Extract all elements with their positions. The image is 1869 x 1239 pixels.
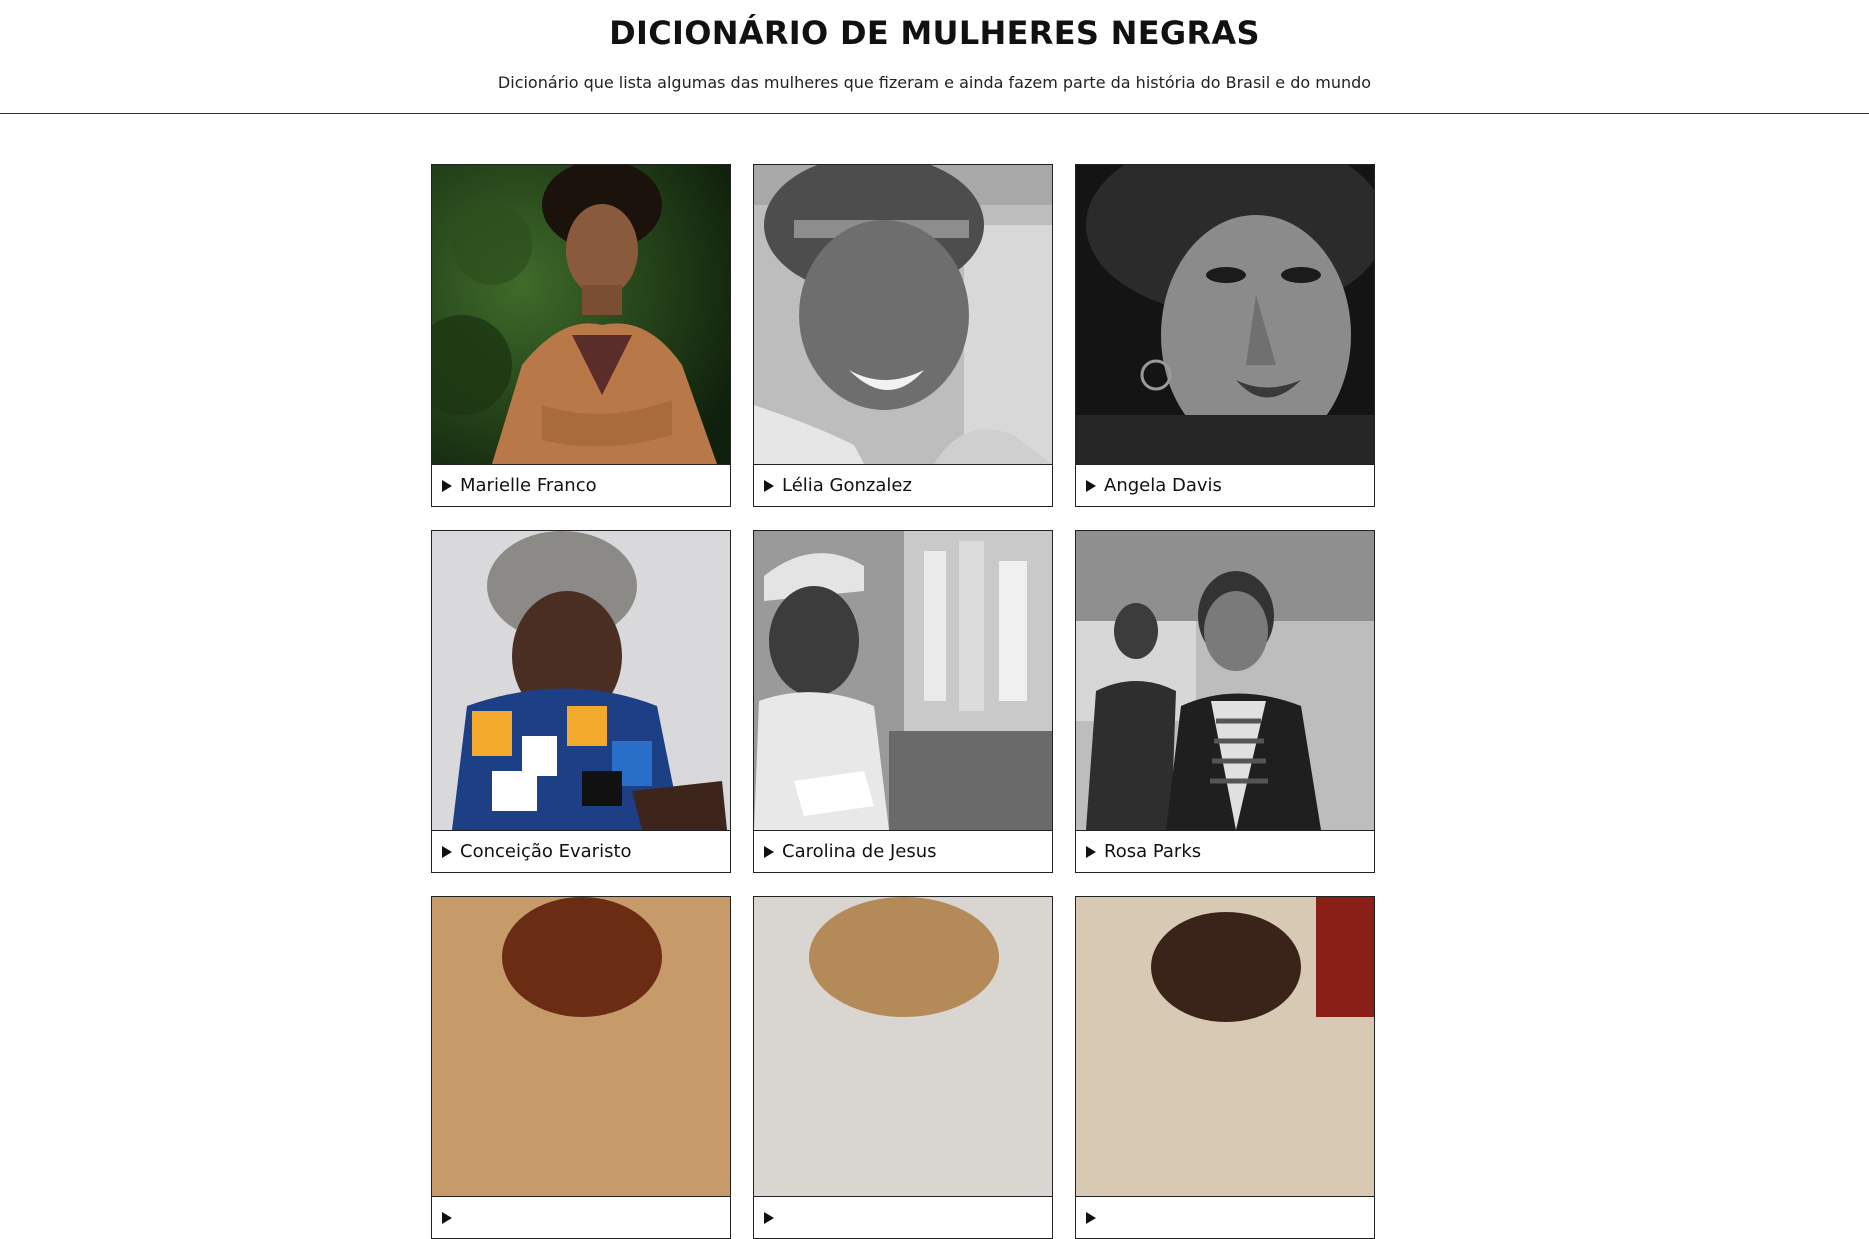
portrait-photo [1076, 897, 1374, 1196]
card-rosa-parks: Rosa Parks [1075, 530, 1375, 873]
card-summary-toggle[interactable]: Conceição Evaristo [432, 830, 730, 872]
portrait-photo [432, 897, 730, 1196]
triangle-right-icon [1086, 479, 1096, 492]
card-summary-toggle[interactable]: Lélia Gonzalez [754, 464, 1052, 506]
card-name: Conceição Evaristo [460, 841, 632, 862]
card-summary-toggle[interactable] [1076, 1196, 1374, 1238]
triangle-right-icon [442, 845, 452, 858]
card-conceicao-evaristo: Conceição Evaristo [431, 530, 731, 873]
card-name: Rosa Parks [1104, 841, 1202, 862]
card-partial-3 [1075, 896, 1375, 1239]
card-summary-toggle[interactable]: Angela Davis [1076, 464, 1374, 506]
triangle-right-icon [1086, 1211, 1096, 1224]
triangle-right-icon [442, 479, 452, 492]
portrait-photo [1076, 531, 1374, 830]
portrait-photo [432, 531, 730, 830]
card-summary-toggle[interactable]: Marielle Franco [432, 464, 730, 506]
triangle-right-icon [1086, 845, 1096, 858]
portrait-photo [754, 165, 1052, 464]
page-subtitle: Dicionário que lista algumas das mulhere… [497, 73, 1372, 92]
portrait-photo [432, 165, 730, 464]
card-summary-toggle[interactable] [754, 1196, 1052, 1238]
card-name: Lélia Gonzalez [782, 475, 912, 496]
triangle-right-icon [764, 1211, 774, 1224]
card-marielle-franco: Marielle Franco [431, 164, 731, 507]
card-carolina-de-jesus: Carolina de Jesus [753, 530, 1053, 873]
triangle-right-icon [442, 1211, 452, 1224]
portrait-photo [754, 531, 1052, 830]
portrait-photo [1076, 165, 1374, 464]
card-name: Angela Davis [1104, 475, 1222, 496]
card-summary-toggle[interactable]: Rosa Parks [1076, 830, 1374, 872]
card-summary-toggle[interactable] [432, 1196, 730, 1238]
triangle-right-icon [764, 479, 774, 492]
card-angela-davis: Angela Davis [1075, 164, 1375, 507]
card-name: Carolina de Jesus [782, 841, 937, 862]
card-lelia-gonzalez: Lélia Gonzalez [753, 164, 1053, 507]
card-partial-2 [753, 896, 1053, 1239]
portrait-photo [754, 897, 1052, 1196]
page-header: DICIONÁRIO DE MULHERES NEGRAS Dicionário… [0, 0, 1869, 114]
triangle-right-icon [764, 845, 774, 858]
page-title: DICIONÁRIO DE MULHERES NEGRAS [609, 14, 1260, 52]
card-summary-toggle[interactable]: Carolina de Jesus [754, 830, 1052, 872]
card-partial-1 [431, 896, 731, 1239]
card-name: Marielle Franco [460, 475, 597, 496]
